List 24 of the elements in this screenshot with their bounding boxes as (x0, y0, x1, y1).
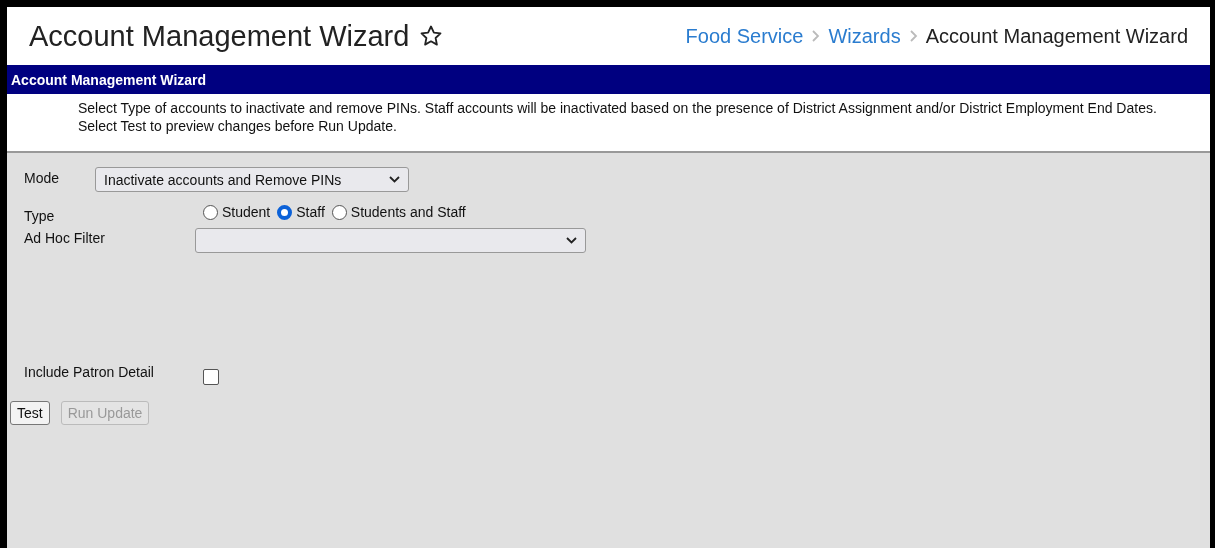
dropdown-chevron-icon (566, 237, 577, 244)
dropdown-chevron-icon (389, 176, 400, 183)
radio-label: Staff (296, 204, 325, 220)
radio-button[interactable] (203, 204, 218, 220)
checkbox[interactable] (203, 369, 219, 385)
ad-hoc-filter-label: Ad Hoc Filter (24, 229, 106, 246)
mode-label: Mode (24, 169, 61, 186)
description-text: Select Type of accounts to inactivate and remove PINs. Staff accounts will be inactivated based on the presence of District Assignment and/or District Employment End Dates. Select Test to preview changes before Run Update. (7, 94, 1210, 153)
radio-label: Students and Staff (350, 204, 466, 220)
panel-title-bar: Account Management Wizard (7, 65, 1210, 94)
chevron-right-icon (908, 29, 918, 43)
page-title: Account Management Wizard (29, 19, 410, 53)
radio-button[interactable] (277, 204, 293, 220)
include-patron-detail-label: Include Patron Detail (24, 364, 155, 380)
breadcrumb-link[interactable]: Wizards (828, 24, 901, 48)
star-icon[interactable] (419, 24, 444, 48)
chevron-right-icon (811, 29, 821, 43)
breadcrumb-link[interactable]: Food Service (685, 24, 804, 48)
breadcrumb-current: Account Management Wizard (925, 24, 1188, 48)
type-label: Type (24, 207, 56, 224)
test-button[interactable]: Test (10, 401, 50, 425)
mode-select[interactable]: Inactivate accounts and Remove PINs (95, 167, 409, 192)
radio-label: Student (222, 204, 271, 220)
radio-button[interactable] (331, 204, 347, 220)
